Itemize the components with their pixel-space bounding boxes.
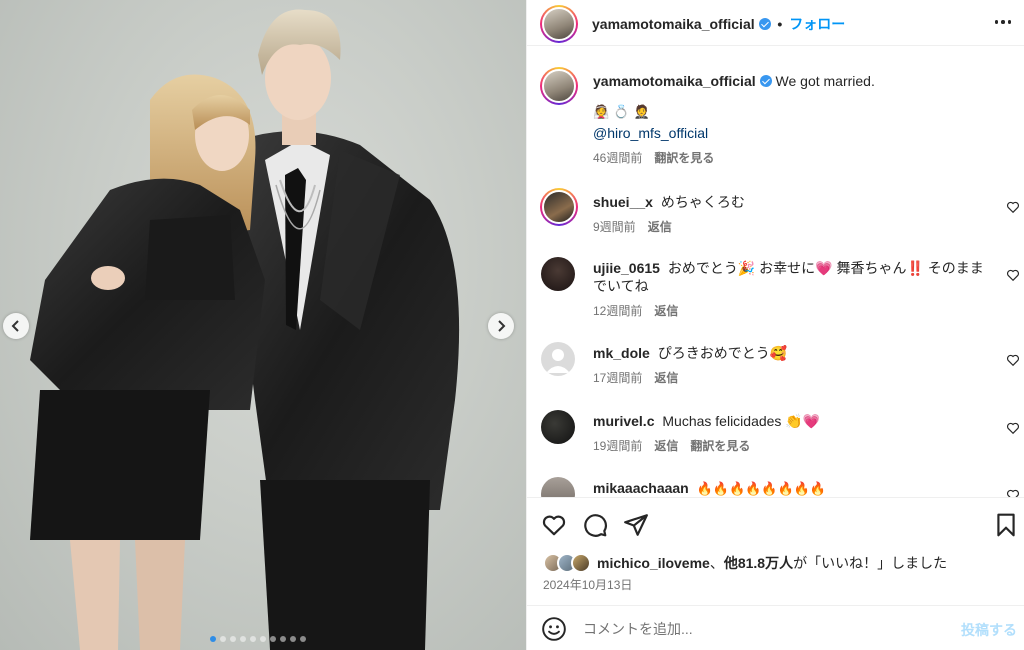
likes-summary[interactable]: michico_iloveme、他81.8万人が「いいね！」しました [543, 553, 947, 573]
carousel-dot [270, 636, 276, 642]
carousel-dot [290, 636, 296, 642]
more-options-button[interactable] [991, 12, 1015, 32]
comment-username[interactable]: mk_dole [593, 345, 650, 361]
carousel-dot [260, 636, 266, 642]
share-paper-plane-icon[interactable] [623, 512, 649, 538]
carousel-dot [230, 636, 236, 642]
couple-photo-illustration [30, 9, 460, 650]
carousel-dot [240, 636, 246, 642]
post-actions: michico_iloveme、他81.8万人が「いいね！」しました 2024年… [527, 497, 1024, 605]
likes-joiner: 、 [709, 555, 724, 571]
carousel-indicator [210, 636, 306, 642]
author-avatar[interactable] [540, 5, 578, 43]
header-separator: • [777, 16, 783, 32]
default-avatar-icon [546, 349, 570, 373]
comment-username[interactable]: ujiie_0615 [593, 260, 660, 276]
comments-list[interactable]: yamamotomaika_official We got married. 👰… [527, 47, 1024, 497]
emoji-smiley-icon[interactable] [541, 616, 567, 642]
reply-button[interactable]: 返信 [654, 437, 678, 455]
add-comment-bar: 投稿する [527, 605, 1024, 650]
like-comment-heart-icon[interactable] [1006, 353, 1020, 367]
post-side-panel: yamamotomaika_official • フォロー yamamotoma… [526, 0, 1024, 650]
carousel-dot [210, 636, 216, 642]
translate-button[interactable]: 翻訳を見る [690, 437, 750, 455]
next-photo-button[interactable] [488, 313, 514, 339]
follow-button[interactable]: フォロー [789, 16, 845, 32]
liker-avatar [571, 553, 591, 573]
carousel-dot [300, 636, 306, 642]
verified-badge-icon [759, 75, 772, 87]
commenter-avatar[interactable] [541, 410, 575, 444]
like-comment-heart-icon[interactable] [1006, 488, 1020, 497]
caption-translate-button[interactable]: 翻訳を見る [654, 149, 714, 167]
carousel-dot [220, 636, 226, 642]
commenter-avatar[interactable] [541, 257, 575, 291]
reply-button[interactable]: 返信 [654, 369, 678, 387]
comment-text: ぴろきおめでとう🥰 [657, 345, 788, 361]
likes-suffix: が「いいね！」しました [793, 555, 948, 571]
comment-username[interactable]: murivel.c [593, 413, 654, 429]
comment-username[interactable]: shuei__x [593, 194, 653, 210]
caption-mention-link[interactable]: @hiro_mfs_official [593, 124, 993, 142]
like-comment-heart-icon[interactable] [1006, 421, 1020, 435]
comment-text: めちゃくろむ [660, 194, 745, 210]
caption-author-avatar[interactable] [540, 67, 578, 105]
more-horizontal-icon [994, 20, 999, 24]
commenter-avatar[interactable] [541, 477, 575, 497]
reply-button[interactable]: 返信 [648, 218, 672, 236]
post-header: yamamotomaika_official • フォロー [527, 0, 1024, 46]
post-photo[interactable] [0, 0, 526, 650]
chevron-right-icon [498, 320, 506, 332]
likes-others[interactable]: 他81.8万人 [724, 555, 793, 571]
comment-time: 12週間前 [593, 304, 643, 318]
author-username[interactable]: yamamotomaika_official [592, 16, 755, 32]
liker-username[interactable]: michico_iloveme [597, 555, 710, 571]
comment-time: 17週間前 [593, 371, 643, 385]
comment-text: Muchas felicidades 👏💗 [662, 413, 821, 429]
carousel-dot [280, 636, 286, 642]
previous-photo-button[interactable] [3, 313, 29, 339]
comment-bubble-icon[interactable] [582, 512, 608, 538]
like-comment-heart-icon[interactable] [1006, 200, 1020, 214]
post-comment-button[interactable]: 投稿する [961, 620, 1017, 640]
chevron-left-icon [11, 320, 19, 332]
like-heart-icon[interactable] [541, 512, 567, 538]
carousel-dot [250, 636, 256, 642]
comment-text: 🔥🔥🔥🔥🔥🔥🔥🔥 [696, 482, 827, 497]
reply-button[interactable]: 返信 [654, 302, 678, 320]
commenter-avatar[interactable] [541, 342, 575, 376]
verified-badge-icon [758, 18, 771, 30]
comment-input[interactable] [583, 616, 943, 642]
comment-username[interactable]: mikaaachaaan [593, 480, 689, 496]
caption-username[interactable]: yamamotomaika_official [593, 73, 756, 89]
comment-time: 19週間前 [593, 439, 643, 453]
comment-time: 9週間前 [593, 220, 636, 234]
caption-time: 46週間前 [593, 151, 643, 165]
commenter-avatar[interactable] [540, 188, 578, 226]
save-bookmark-icon[interactable] [993, 512, 1019, 538]
caption-text: We got married. [775, 73, 875, 89]
like-comment-heart-icon[interactable] [1006, 268, 1020, 282]
caption-emojis: 👰 💍 🤵 [593, 105, 650, 120]
post-date[interactable]: 2024年10月13日 [543, 576, 632, 593]
